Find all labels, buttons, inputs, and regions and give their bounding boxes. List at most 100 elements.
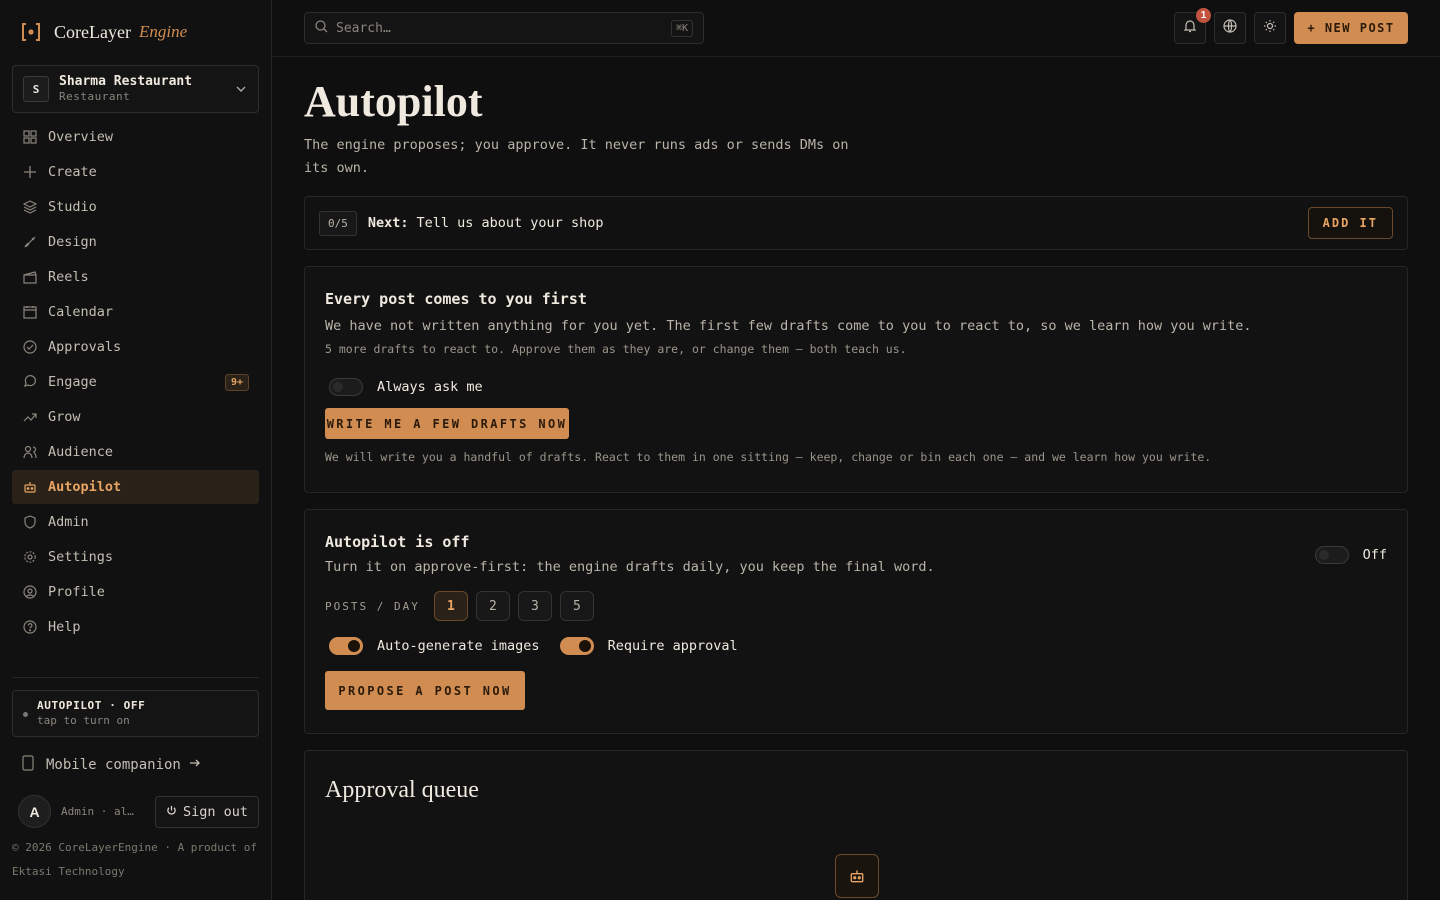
robot-icon [835, 854, 879, 898]
sidebar-item-label: Create [48, 164, 97, 180]
sidebar-item-label: Settings [48, 549, 114, 565]
sidebar-item-overview[interactable]: Overview [12, 120, 259, 154]
card-note: 5 more drafts to react to. Approve them … [325, 342, 907, 356]
mobile-companion-label: Mobile companion [46, 757, 181, 773]
approval-queue-title: Approval queue [325, 777, 479, 803]
sign-out-button[interactable]: Sign out [154, 795, 259, 828]
sidebar-item-label: Engage [48, 374, 97, 390]
sidebar-item-label: Profile [48, 584, 105, 600]
power-icon [166, 804, 177, 820]
sidebar-item-autopilot[interactable]: Autopilot [12, 470, 259, 504]
sidebar-item-profile[interactable]: Profile [12, 575, 259, 609]
shield-icon [22, 514, 38, 530]
posts-option-3[interactable]: 3 [517, 591, 552, 621]
sidebar-item-design[interactable]: Design [12, 225, 259, 259]
topbar: ⌘K 1 + NEW POST [272, 0, 1440, 57]
posts-option-2[interactable]: 2 [475, 591, 510, 621]
theme-toggle-button[interactable] [1254, 12, 1286, 44]
sidebar-item-engage[interactable]: Engage 9+ [12, 365, 259, 399]
globe-icon [1223, 19, 1237, 37]
workspace-name: Sharma Restaurant [59, 74, 193, 89]
search-icon [315, 19, 328, 37]
sidebar: CoreLayer Engine S Sharma Restaurant Res… [0, 0, 272, 900]
card-description: Turn it on approve-first: the engine dra… [325, 559, 935, 575]
clapper-icon [22, 269, 38, 285]
check-circle-icon [22, 339, 38, 355]
sidebar-item-admin[interactable]: Admin [12, 505, 259, 539]
next-text: Tell us about your shop [416, 215, 604, 231]
add-it-button[interactable]: ADD IT [1307, 207, 1393, 239]
workspace-avatar: S [23, 76, 49, 102]
autopilot-status-card[interactable]: AUTOPILOT · OFF tap to turn on [12, 690, 259, 737]
grid-icon [22, 129, 38, 145]
gear-icon [22, 549, 38, 565]
always-ask-label: Always ask me [377, 379, 483, 395]
layers-icon [22, 199, 38, 215]
sidebar-nav: Overview Create Studio Design Reels Cale… [12, 120, 259, 645]
card-title: Autopilot is off [325, 533, 470, 551]
help-icon [22, 619, 38, 635]
sidebar-item-studio[interactable]: Studio [12, 190, 259, 224]
always-ask-toggle[interactable] [329, 378, 363, 396]
sidebar-item-settings[interactable]: Settings [12, 540, 259, 574]
sidebar-item-label: Admin [48, 514, 89, 530]
posts-option-5[interactable]: 5 [559, 591, 594, 621]
status-dot [23, 712, 28, 717]
sidebar-item-reels[interactable]: Reels [12, 260, 259, 294]
mobile-companion-link[interactable]: Mobile companion [22, 754, 201, 776]
brand[interactable]: CoreLayer Engine [20, 20, 187, 44]
workspace-switcher[interactable]: S Sharma Restaurant Restaurant [12, 65, 259, 113]
sidebar-item-label: Studio [48, 199, 97, 215]
write-drafts-button[interactable]: WRITE ME A FEW DRAFTS NOW [325, 408, 569, 439]
sun-icon [1263, 19, 1277, 37]
auto-images-toggle[interactable] [329, 637, 363, 655]
sidebar-item-grow[interactable]: Grow [12, 400, 259, 434]
footer-note: © 2026 CoreLayerEngine · A product of Ek… [12, 836, 262, 884]
avatar[interactable]: A [18, 795, 51, 828]
chat-icon [22, 374, 38, 390]
sidebar-item-label: Overview [48, 129, 114, 145]
search-input[interactable] [336, 20, 671, 36]
plus-icon [22, 164, 38, 180]
brand-sub: Engine [138, 22, 188, 41]
card-description: We have not written anything for you yet… [325, 318, 1252, 334]
sidebar-item-label: Calendar [48, 304, 114, 320]
search-box[interactable]: ⌘K [304, 12, 704, 44]
users-icon [22, 444, 38, 460]
autopilot-toggle[interactable] [1314, 546, 1349, 564]
logo-icon [20, 21, 42, 43]
sidebar-item-approvals[interactable]: Approvals [12, 330, 259, 364]
propose-post-button[interactable]: PROPOSE A POST NOW [325, 671, 525, 710]
page-subtitle: The engine proposes; you approve. It nev… [304, 137, 849, 176]
user-circle-icon [22, 584, 38, 600]
card-footnote: We will write you a handful of drafts. R… [325, 450, 1212, 464]
next-label: Next: [367, 215, 409, 231]
step-count: 0/5 [319, 210, 357, 236]
new-post-button[interactable]: + NEW POST [1294, 12, 1408, 44]
require-approval-toggle[interactable] [559, 637, 594, 655]
sign-out-label: Sign out [182, 803, 248, 820]
posts-option-1[interactable]: 1 [433, 591, 468, 621]
sidebar-item-label: Grow [48, 409, 81, 425]
sidebar-item-calendar[interactable]: Calendar [12, 295, 259, 329]
sidebar-item-help[interactable]: Help [12, 610, 259, 644]
sidebar-item-label: Audience [48, 444, 114, 460]
require-approval-label: Require approval [607, 638, 738, 654]
footer-line-1: © 2026 CoreLayerEngine · A product of [12, 841, 258, 854]
sidebar-item-create[interactable]: Create [12, 155, 259, 189]
engage-badge: 9+ [224, 373, 249, 391]
approval-queue-card: Approval queue [304, 750, 1408, 900]
autopilot-status-title: AUTOPILOT · OFF [37, 699, 146, 712]
onboarding-next-bar: 0/5 Next: Tell us about your shop ADD IT [304, 196, 1408, 250]
sidebar-item-label: Autopilot [48, 479, 122, 495]
sidebar-item-audience[interactable]: Audience [12, 435, 259, 469]
card-title: Every post comes to you first [325, 290, 587, 308]
workspace-type: Restaurant [59, 90, 131, 103]
notifications-button[interactable]: 1 [1174, 8, 1211, 44]
user-meta: Admin · al… [61, 805, 134, 818]
sidebar-item-label: Reels [48, 269, 89, 285]
drafts-card: Every post comes to you first We have no… [304, 266, 1408, 493]
language-button[interactable] [1214, 12, 1246, 44]
sidebar-item-label: Approvals [48, 339, 122, 355]
robot-icon [22, 479, 38, 495]
